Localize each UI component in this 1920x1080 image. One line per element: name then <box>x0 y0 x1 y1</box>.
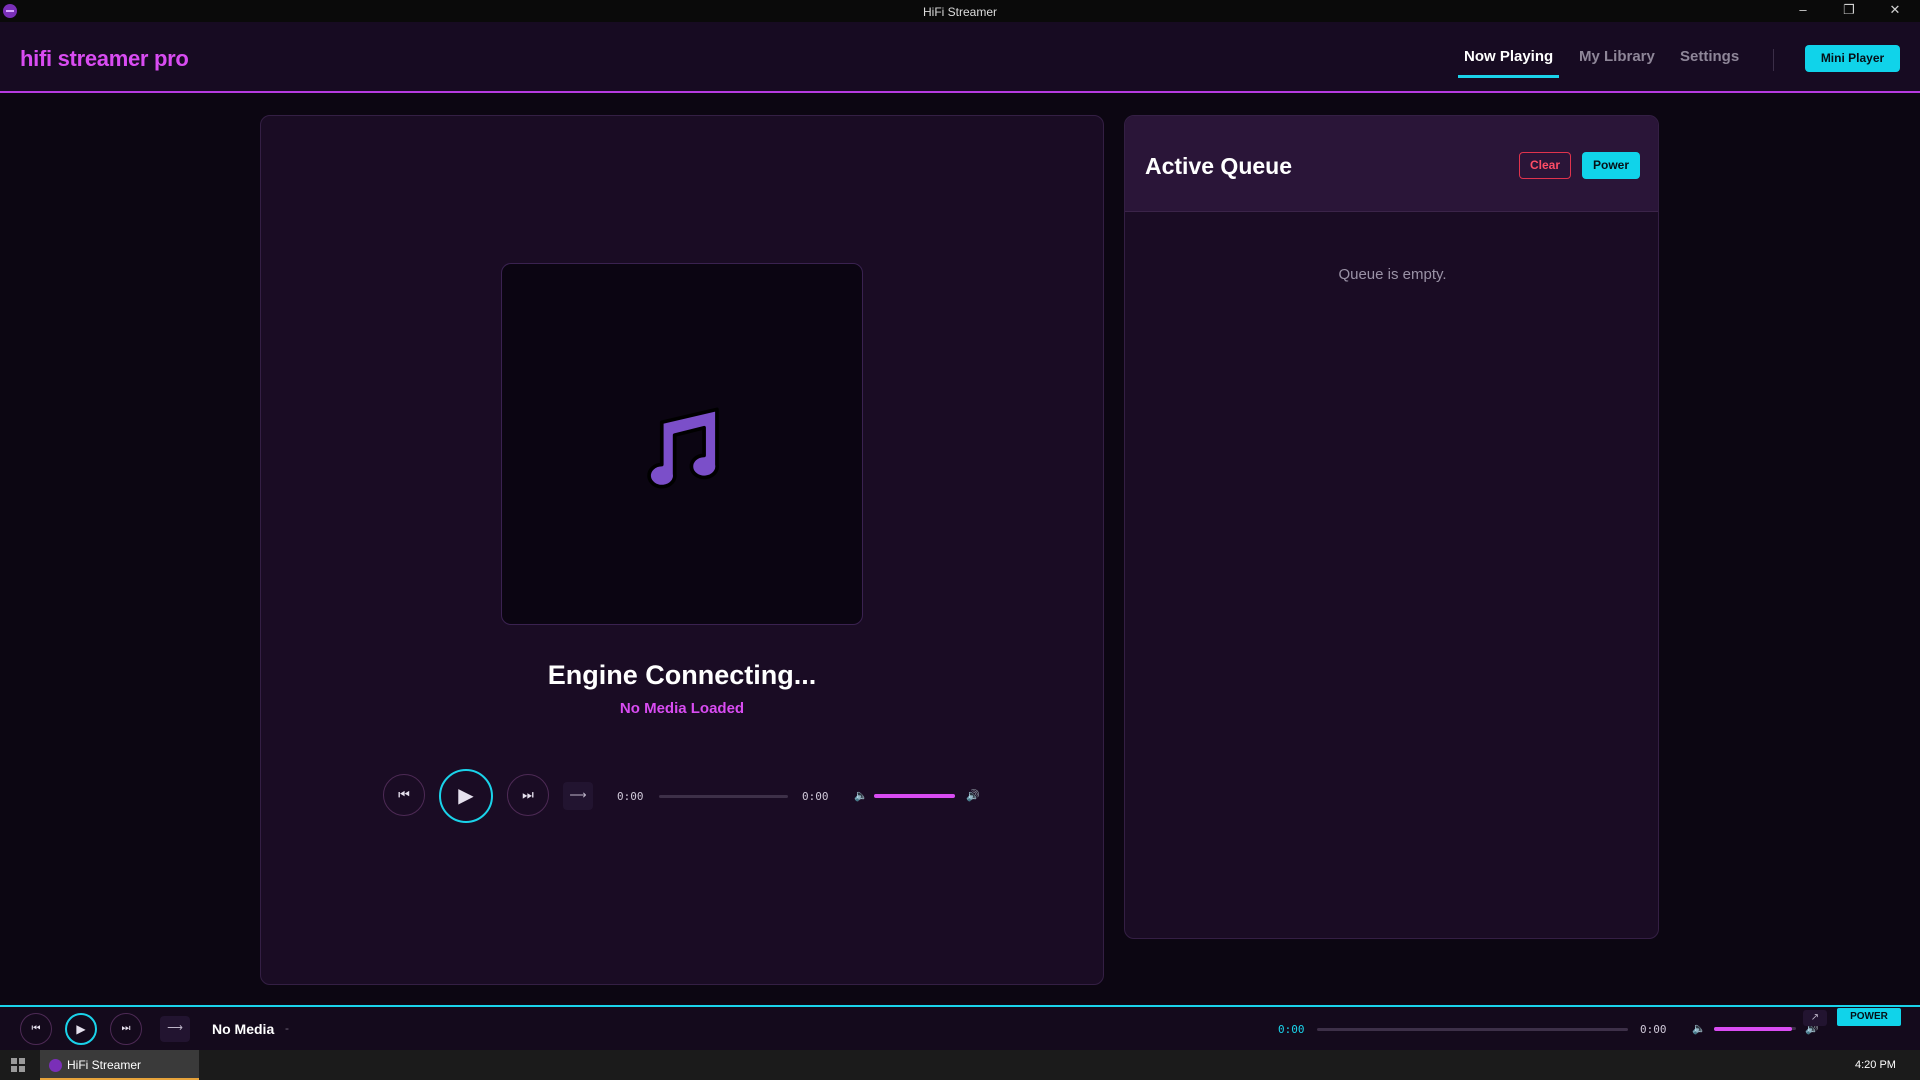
bottom-volume-fill <box>1714 1027 1792 1031</box>
queue-empty-message: Queue is empty. <box>1338 266 1447 283</box>
app-icon <box>49 1059 62 1072</box>
taskbar-app-button[interactable]: HiFi Streamer <box>40 1050 199 1080</box>
tab-now-playing[interactable]: Now Playing <box>1464 48 1553 65</box>
window-title: HiFi Streamer <box>922 5 997 19</box>
power-button[interactable]: Power <box>1582 152 1640 179</box>
volume-high-icon: 🔊 <box>966 790 980 802</box>
volume-low-icon: 🔈 <box>854 790 868 802</box>
skip-previous-icon: ⏮ <box>398 787 410 802</box>
queue-title: Active Queue <box>1145 153 1292 179</box>
volume-slider[interactable] <box>874 794 955 798</box>
bottom-play-button[interactable]: ▶ <box>65 1013 97 1045</box>
bottom-track-separator: - <box>285 1021 289 1035</box>
clear-queue-button[interactable]: Clear <box>1519 152 1571 179</box>
bottom-volume-low-icon: 🔈 <box>1692 1023 1706 1035</box>
play-button[interactable]: ▶ <box>439 769 493 823</box>
elapsed-time: 0:00 <box>617 790 644 803</box>
bottom-duration-time: 0:00 <box>1640 1023 1667 1036</box>
close-button[interactable]: ✕ <box>1872 0 1918 22</box>
repeat-button[interactable]: ⟶ <box>563 782 593 810</box>
bottom-elapsed-time: 0:00 <box>1278 1023 1305 1036</box>
bottom-repeat-button[interactable]: ⟶ <box>160 1016 190 1042</box>
repeat-icon: ⟶ <box>167 1022 183 1034</box>
skip-next-icon: ⏭ <box>121 1023 131 1034</box>
tab-my-library[interactable]: My Library <box>1579 48 1655 65</box>
expand-icon[interactable]: ↗ <box>1803 1010 1827 1026</box>
window-titlebar: HiFi Streamer – ❐ ✕ <box>0 0 1920 22</box>
app-header: hifi streamer pro Now Playing My Library… <box>0 22 1920 93</box>
restore-button[interactable]: ❐ <box>1826 0 1872 22</box>
repeat-icon: ⟶ <box>569 788 587 802</box>
bottom-power-button[interactable]: POWER <box>1837 1008 1901 1026</box>
mini-player-button[interactable]: Mini Player <box>1805 45 1900 72</box>
play-icon: ▶ <box>458 785 474 807</box>
bottom-progress-bar[interactable] <box>1317 1028 1628 1031</box>
previous-button[interactable]: ⏮ <box>383 774 425 816</box>
active-tab-indicator <box>1458 75 1559 78</box>
system-clock: 4:20 PM <box>1855 1059 1896 1071</box>
taskbar-app-label: HiFi Streamer <box>67 1058 142 1072</box>
start-menu-icon[interactable] <box>11 1058 25 1072</box>
bottom-track-title: No Media <box>212 1021 275 1037</box>
minimize-button[interactable]: – <box>1780 0 1826 22</box>
next-button[interactable]: ⏭ <box>507 774 549 816</box>
nav-divider <box>1773 49 1774 71</box>
bottom-volume-slider[interactable] <box>1714 1027 1796 1031</box>
os-taskbar: HiFi Streamer 4:20 PM <box>0 1050 1920 1080</box>
duration-time: 0:00 <box>802 790 829 803</box>
skip-previous-icon: ⏮ <box>31 1023 41 1034</box>
skip-next-icon: ⏭ <box>522 787 534 802</box>
queue-panel: Active Queue Clear Power Queue is empty. <box>1124 115 1659 939</box>
queue-header: Active Queue Clear Power <box>1125 116 1658 212</box>
play-icon: ▶ <box>76 1022 86 1036</box>
music-note-icon <box>647 407 719 489</box>
tab-settings[interactable]: Settings <box>1680 48 1739 65</box>
track-subtitle: No Media Loaded <box>619 700 745 717</box>
bottom-next-button[interactable]: ⏭ <box>110 1013 142 1045</box>
bottom-previous-button[interactable]: ⏮ <box>20 1013 52 1045</box>
track-title: Engine Connecting... <box>547 660 817 690</box>
brand-logo-text: hifi streamer pro <box>20 46 189 71</box>
volume-fill <box>874 794 955 798</box>
progress-bar[interactable] <box>659 795 788 798</box>
